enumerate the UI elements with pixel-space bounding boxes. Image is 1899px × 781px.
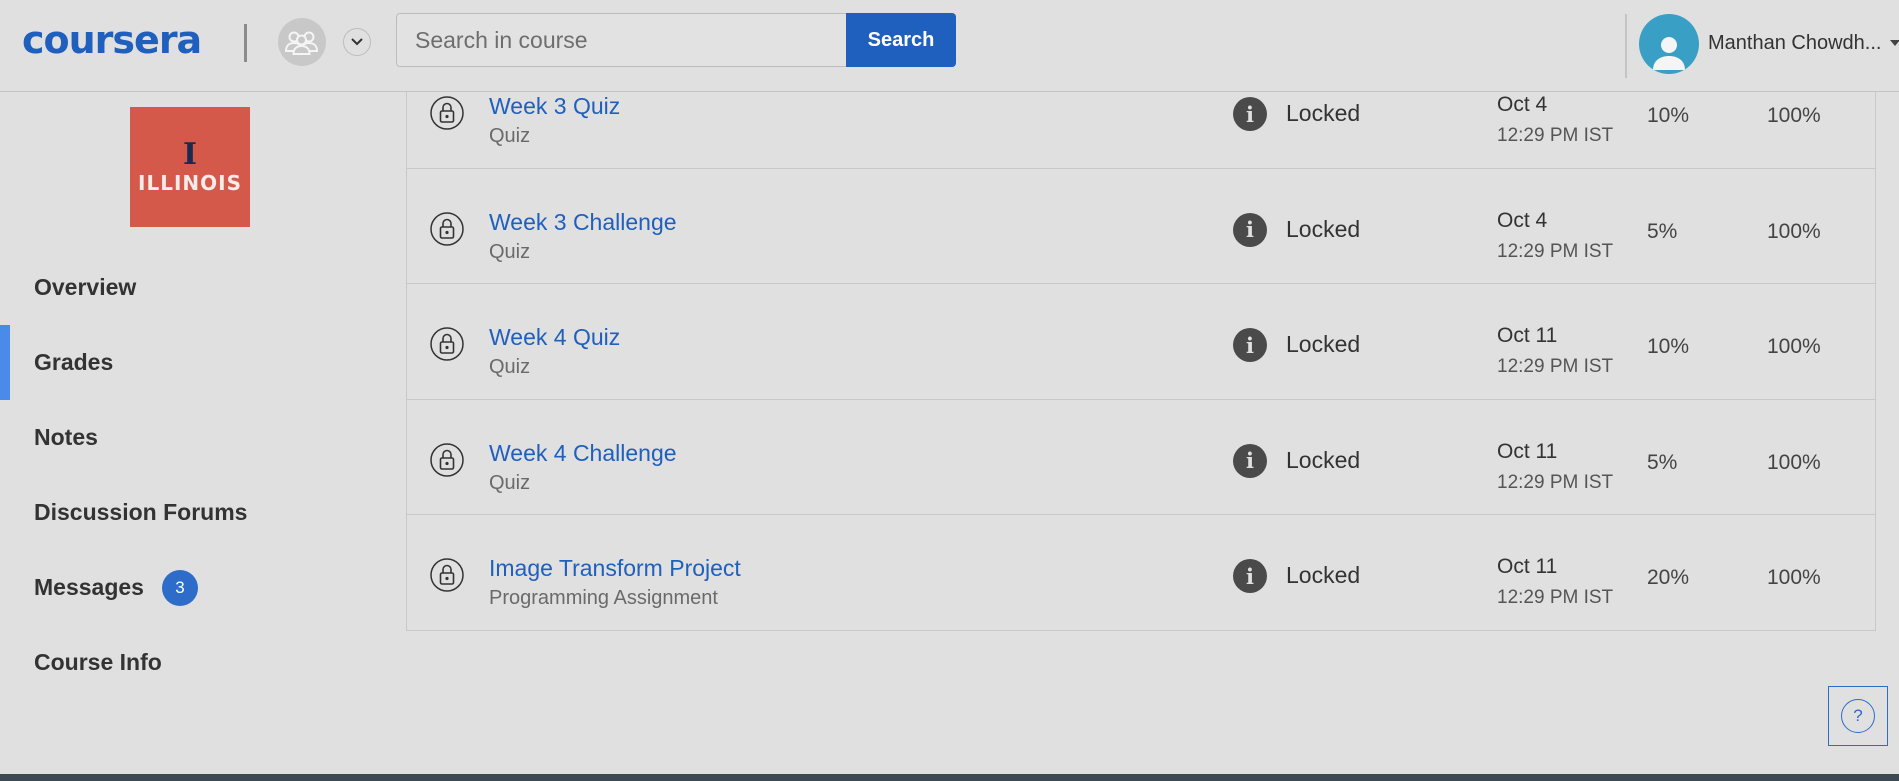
logo-divider <box>244 24 247 62</box>
item-type: Quiz <box>489 125 531 147</box>
lock-icon <box>430 96 464 130</box>
info-icon[interactable]: i <box>1233 328 1267 362</box>
footer-bar <box>0 774 1899 781</box>
lock-icon <box>430 442 464 477</box>
sidebar-item-notes[interactable]: Notes <box>0 400 330 475</box>
item-title-link[interactable]: Week 4 Quiz <box>489 324 620 351</box>
sidebar-item-label: Discussion Forums <box>34 499 248 525</box>
question-mark-icon: ? <box>1841 699 1875 733</box>
item-title-link[interactable]: Image Transform Project <box>489 555 741 582</box>
sidebar-item-course-info[interactable]: Course Info <box>0 625 330 700</box>
info-icon[interactable]: i <box>1233 559 1267 593</box>
sidebar-item-messages[interactable]: Messages 3 <box>0 550 330 625</box>
top-header: coursera Search Manthan Chowdh... <box>0 0 1899 92</box>
course-logo-text: ILLINOIS <box>138 171 242 195</box>
due-date: Oct 4 <box>1497 208 1548 232</box>
grade-value: 100% <box>1767 335 1821 358</box>
user-avatar-icon <box>1653 37 1685 70</box>
weight-value: 5% <box>1647 450 1678 474</box>
grade-value: 100% <box>1767 450 1821 474</box>
status-text: Locked <box>1286 331 1361 357</box>
weight-value: 5% <box>1647 219 1678 243</box>
weight-value: 20% <box>1647 566 1690 589</box>
course-logo[interactable]: I ILLINOIS <box>130 107 250 227</box>
due-time: 12:29 PM IST <box>1497 587 1614 608</box>
user-divider <box>1625 14 1627 78</box>
table-row: Image Transform Project Programming Assi… <box>407 514 1875 630</box>
coursera-logo[interactable]: coursera <box>22 18 202 62</box>
due-date: Oct 11 <box>1497 439 1558 463</box>
avatar[interactable] <box>1639 14 1699 74</box>
sidebar-nav: Overview Grades Notes Discussion Forums … <box>0 250 330 700</box>
item-title-link[interactable]: Week 4 Challenge <box>489 440 677 467</box>
info-icon[interactable]: i <box>1233 212 1267 247</box>
item-type: Quiz <box>489 356 531 378</box>
weight-value: 10% <box>1647 104 1690 127</box>
grade-value: 100% <box>1767 104 1821 127</box>
chevron-down-icon <box>351 38 363 46</box>
lock-icon <box>430 327 464 361</box>
weight-value: 10% <box>1647 335 1690 358</box>
due-time: 12:29 PM IST <box>1497 471 1614 493</box>
status-text: Locked <box>1286 215 1361 242</box>
due-time: 12:29 PM IST <box>1497 356 1614 377</box>
status-text: Locked <box>1286 562 1361 588</box>
due-date: Oct 11 <box>1497 324 1558 347</box>
lock-icon <box>430 558 464 592</box>
sidebar-item-discussion-forums[interactable]: Discussion Forums <box>0 475 330 550</box>
group-switcher-button[interactable] <box>278 18 326 66</box>
sidebar-item-overview[interactable]: Overview <box>0 250 330 325</box>
grades-table: Week 3 Quiz Quiz i Locked Oct 4 12:29 PM… <box>406 52 1876 631</box>
status-text: Locked <box>1286 446 1361 473</box>
sidebar-item-label: Overview <box>34 274 137 300</box>
item-title-link[interactable]: Week 3 Challenge <box>489 209 677 236</box>
table-row: Week 3 Challenge Quiz i Locked Oct 4 12:… <box>407 167 1875 284</box>
sidebar-item-label: Notes <box>34 424 98 450</box>
lock-icon <box>430 211 464 246</box>
grade-value: 100% <box>1767 566 1821 589</box>
help-button[interactable]: ? <box>1828 686 1888 746</box>
due-date: Oct 4 <box>1497 93 1548 116</box>
search-button[interactable]: Search <box>846 13 956 67</box>
due-time: 12:29 PM IST <box>1497 240 1614 262</box>
table-row: Week 4 Quiz Quiz i Locked Oct 11 12:29 P… <box>407 283 1875 399</box>
page: Week 3 Quiz Quiz i Locked Oct 4 12:29 PM… <box>0 0 1899 781</box>
item-type: Quiz <box>489 240 531 263</box>
table-row: Week 4 Challenge Quiz i Locked Oct 11 12… <box>407 398 1875 515</box>
user-name[interactable]: Manthan Chowdh... <box>1708 32 1888 55</box>
info-icon[interactable]: i <box>1233 443 1267 478</box>
item-type: Programming Assignment <box>489 587 718 609</box>
search-input[interactable] <box>396 13 846 67</box>
status-text: Locked <box>1286 100 1361 126</box>
people-group-icon <box>284 31 319 55</box>
grade-value: 100% <box>1767 219 1821 243</box>
due-time: 12:29 PM IST <box>1497 125 1614 146</box>
sidebar-item-label: Grades <box>34 349 114 375</box>
item-type: Quiz <box>489 471 531 494</box>
sidebar-item-label: Course Info <box>34 649 162 675</box>
course-logo-mark: I <box>182 137 198 172</box>
sidebar-item-grades[interactable]: Grades <box>0 325 330 400</box>
sidebar-item-label: Messages <box>34 574 144 600</box>
due-date: Oct 11 <box>1497 555 1558 578</box>
messages-count-badge: 3 <box>161 569 198 606</box>
info-icon[interactable]: i <box>1233 97 1267 131</box>
caret-down-icon[interactable] <box>1890 40 1899 46</box>
item-title-link[interactable]: Week 3 Quiz <box>489 93 620 120</box>
group-dropdown-toggle[interactable] <box>343 28 371 56</box>
